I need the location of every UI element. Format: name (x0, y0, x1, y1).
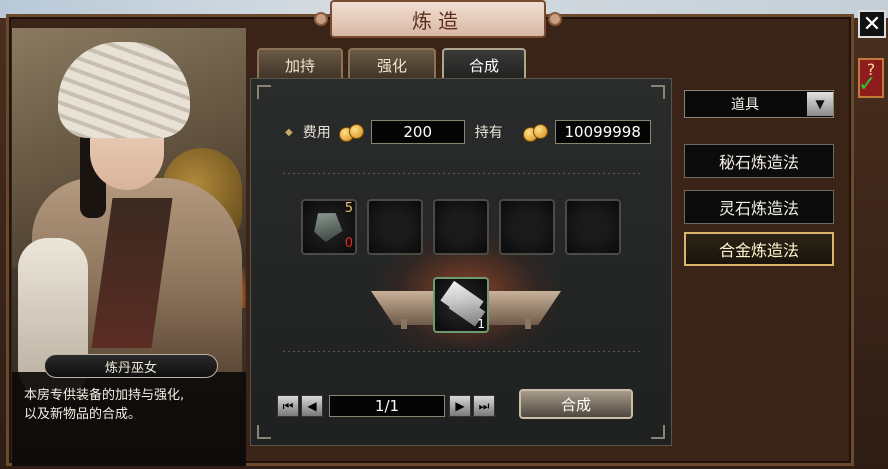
npc-name: 炼丹巫女 (104, 360, 157, 376)
first-page-button[interactable]: ⏮ (277, 395, 299, 417)
fee-label: 费用 (302, 125, 331, 141)
tab-enhance[interactable]: 强化 (348, 48, 436, 80)
recipe-item-spirit-stone[interactable]: 灵石炼造法 (684, 190, 834, 224)
synthesis-panel: ◆ 费用 200 持有 10099998 5 0 1 ⏮ ◀ 1/1 ▶ ⏭ 合… (250, 78, 672, 446)
npc-name-plate: 炼丹巫女 (44, 354, 218, 378)
material-need-count: 0 (344, 236, 353, 251)
recipe-label: 灵石炼造法 (718, 199, 799, 218)
window-title: 炼造 (314, 0, 562, 38)
cost-row: ◆ 费用 200 持有 10099998 (285, 119, 651, 145)
craft-button-label: 合成 (560, 395, 591, 414)
npc-description: 本房专供装备的加持与强化, 以及新物品的合成。 (12, 372, 246, 466)
tab-bless[interactable]: 加持 (257, 48, 343, 80)
last-page-button[interactable]: ⏭ (473, 395, 495, 417)
next-page-button[interactable]: ▶ (449, 395, 471, 417)
material-slot-5[interactable] (565, 199, 621, 255)
ornament-right-icon (548, 12, 562, 26)
material-slot-1[interactable]: 5 0 (301, 199, 357, 255)
recipe-label: 合金炼造法 (718, 241, 799, 260)
corner-ornament-icon (651, 425, 665, 439)
divider (283, 173, 643, 174)
fee-value: 200 (370, 120, 465, 144)
item-type-dropdown[interactable]: 道具 ▼ (684, 90, 834, 118)
corner-ornament-icon (257, 85, 271, 99)
held-value: 10099998 (554, 120, 651, 144)
material-have-count: 5 (344, 201, 353, 216)
recipe-item-alloy[interactable]: 合金炼造法 (684, 232, 834, 266)
held-label: 持有 (474, 125, 503, 141)
npc-description-line1: 本房专供装备的加持与强化, (24, 388, 185, 403)
tab-label: 加持 (284, 56, 315, 75)
tab-label: 合成 (468, 56, 499, 75)
material-slot-4[interactable] (499, 199, 555, 255)
craft-button[interactable]: 合成 (519, 389, 633, 419)
chevron-down-icon[interactable]: ▼ (807, 92, 833, 116)
corner-ornament-icon (651, 85, 665, 99)
material-slot-3[interactable] (433, 199, 489, 255)
recipe-label: 秘石炼造法 (718, 153, 799, 172)
tab-synthesize[interactable]: 合成 (442, 48, 526, 80)
result-qty: 1 (477, 317, 485, 331)
recipe-item-secret-stone[interactable]: 秘石炼造法 (684, 144, 834, 178)
npc-description-line2: 以及新物品的合成。 (24, 407, 142, 422)
dropdown-value: 道具 (731, 97, 759, 113)
divider (283, 351, 643, 352)
window-title-text: 炼造 (412, 8, 464, 33)
coin-icon (522, 124, 548, 142)
result-slot[interactable]: 1 (433, 277, 489, 333)
pager: ⏮ ◀ 1/1 ▶ ⏭ (277, 395, 497, 417)
tab-label: 强化 (376, 56, 407, 75)
close-button[interactable]: ✕ (858, 10, 886, 38)
stone-item-icon (308, 206, 349, 247)
page-indicator: 1/1 (329, 395, 445, 417)
ornament-left-icon (314, 12, 328, 26)
corner-ornament-icon (257, 425, 271, 439)
coin-icon (338, 124, 364, 142)
material-slot-2[interactable] (367, 199, 423, 255)
close-icon: ✕ (862, 11, 882, 37)
prev-page-button[interactable]: ◀ (301, 395, 323, 417)
check-icon: ✓ (858, 72, 877, 97)
bullet-icon: ◆ (285, 126, 293, 138)
